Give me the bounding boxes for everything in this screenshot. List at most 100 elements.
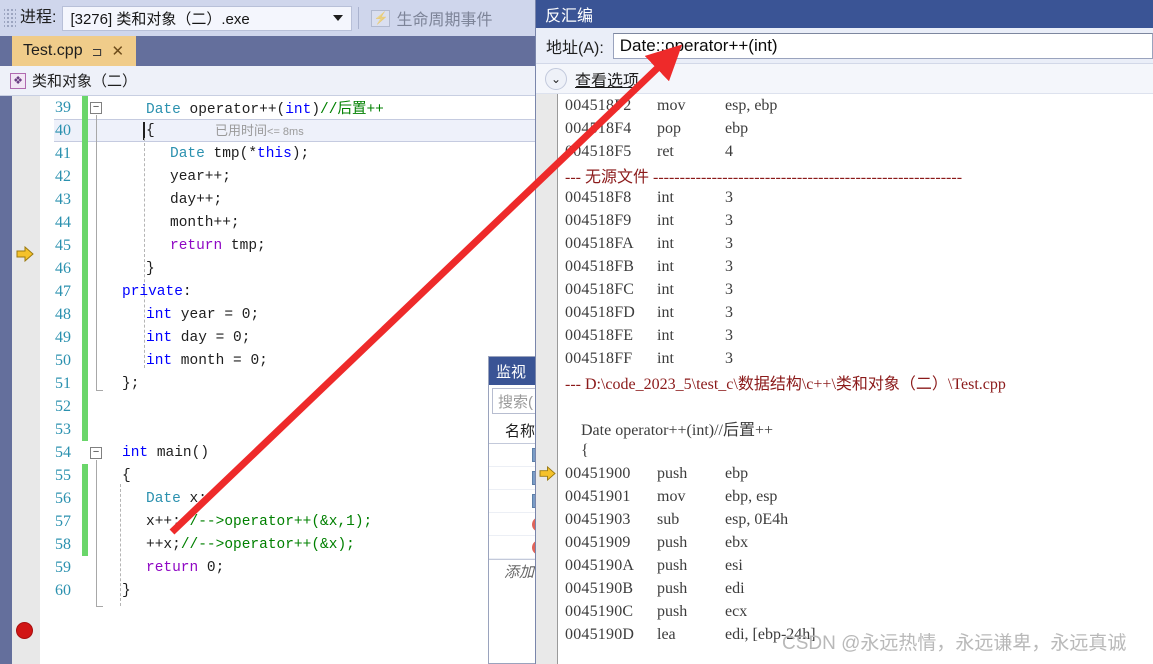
disassembly-instruction-row: 004518F4 pop ebp bbox=[559, 117, 1153, 140]
instruction-address: 00451900 bbox=[565, 464, 631, 482]
line-number: 60 bbox=[55, 581, 71, 599]
fold-column bbox=[88, 303, 100, 326]
fold-column bbox=[88, 395, 100, 418]
code-line: 44 month++; bbox=[40, 211, 540, 234]
disassembly-instruction-row: 004518FF int 3 bbox=[559, 347, 1153, 370]
fold-column bbox=[88, 349, 100, 372]
line-number: 52 bbox=[55, 397, 71, 415]
code-token: //-->operator++(&x,1); bbox=[180, 513, 373, 530]
fold-column bbox=[88, 418, 100, 441]
code-token: () bbox=[191, 444, 210, 461]
code-line: 56 Date x; bbox=[40, 487, 540, 510]
line-number: 48 bbox=[55, 305, 71, 323]
instruction-operands: ecx bbox=[725, 602, 748, 620]
disassembly-body[interactable]: 004518F2 mov esp, ebp 004518F4 pop ebp 004518F… bbox=[536, 94, 1153, 664]
code-navigation-bar: ❖ 类和对象（二） bbox=[0, 66, 540, 96]
fold-column bbox=[88, 257, 100, 280]
disassembly-instruction-row: 004518FE int 3 bbox=[559, 324, 1153, 347]
fold-column bbox=[88, 533, 100, 556]
line-number: 59 bbox=[55, 558, 71, 576]
tab-label: Test.cpp bbox=[23, 42, 83, 59]
fold-column bbox=[88, 464, 100, 487]
chevron-down-icon[interactable]: ⌄ bbox=[545, 67, 567, 90]
code-token: Date bbox=[170, 145, 214, 162]
instruction-mnemonic: push bbox=[657, 602, 688, 620]
code-editor-surface[interactable]: 已用时间<= 8ms − − 39 Date operator++(int)//后… bbox=[0, 96, 540, 664]
code-text: Date x; bbox=[100, 491, 540, 507]
code-text: } bbox=[100, 261, 540, 277]
disassembly-blank-line bbox=[559, 393, 1153, 416]
drag-grip-icon[interactable] bbox=[4, 7, 16, 29]
code-token: private bbox=[122, 283, 183, 300]
breakpoint-marker[interactable] bbox=[16, 622, 33, 639]
instruction-address: 004518FB bbox=[565, 257, 635, 275]
fold-column bbox=[88, 211, 100, 234]
code-token: ; bbox=[241, 329, 251, 346]
source-line-text: { bbox=[565, 441, 589, 459]
code-token: int bbox=[146, 306, 173, 323]
instruction-address: 00451909 bbox=[565, 533, 631, 551]
instruction-mnemonic: ret bbox=[657, 142, 674, 160]
instruction-address: 00451901 bbox=[565, 487, 631, 505]
code-token: day++; bbox=[170, 191, 223, 208]
address-input[interactable]: Date::operator++(int) bbox=[612, 32, 1153, 59]
code-text: month++; bbox=[100, 215, 540, 231]
code-token: x; bbox=[180, 490, 207, 507]
instruction-address: 004518FE bbox=[565, 326, 634, 344]
code-token: int bbox=[146, 329, 173, 346]
fold-column bbox=[88, 510, 100, 533]
code-line: 53 bbox=[40, 418, 540, 441]
block-guide-end-main bbox=[96, 606, 103, 607]
tab-test-cpp[interactable]: Test.cpp ⊐ ✕ bbox=[12, 36, 137, 66]
instruction-operands: esp, ebp bbox=[725, 96, 778, 114]
code-text: return tmp; bbox=[100, 238, 540, 254]
line-number: 58 bbox=[55, 535, 71, 553]
line-number: 56 bbox=[55, 489, 71, 507]
document-tabstrip: Test.cpp ⊐ ✕ bbox=[0, 36, 540, 66]
line-number: 51 bbox=[55, 374, 71, 392]
instruction-mnemonic: int bbox=[657, 211, 674, 229]
instruction-operands: esp, 0E4h bbox=[725, 510, 789, 528]
process-select[interactable]: [3276] 类和对象（二）.exe bbox=[62, 5, 353, 31]
code-token: return bbox=[146, 559, 199, 576]
pin-icon[interactable]: ⊐ bbox=[92, 45, 103, 58]
disassembly-instruction-row: 004518F2 mov esp, ebp bbox=[559, 94, 1153, 117]
instruction-address: 0045190C bbox=[565, 602, 634, 620]
disassembly-gutter[interactable] bbox=[536, 94, 558, 664]
code-token: ; bbox=[215, 559, 225, 576]
code-line: 47 private: bbox=[40, 280, 540, 303]
close-icon[interactable]: ✕ bbox=[112, 44, 125, 59]
navbar-scope-label: 类和对象（二） bbox=[32, 73, 138, 90]
disassembly-source-line: Date operator++(int)//后置++ bbox=[559, 416, 1153, 439]
fold-column bbox=[88, 556, 100, 579]
code-line: 39 Date operator++(int)//后置++ bbox=[40, 96, 540, 119]
code-token: //-->operator++(&x); bbox=[180, 536, 355, 553]
breakpoint-gutter[interactable] bbox=[12, 96, 40, 664]
disassembly-instruction-row: 0045190A push esi bbox=[559, 554, 1153, 577]
editor-region: Test.cpp ⊐ ✕ ❖ 类和对象（二） 已用时间<= 8ms − − 39… bbox=[0, 36, 540, 664]
code-text: int month = 0; bbox=[100, 353, 540, 369]
line-number: 44 bbox=[55, 213, 71, 231]
chevron-down-icon bbox=[333, 15, 344, 21]
code-token: x++; bbox=[146, 513, 181, 530]
lifecycle-events-button[interactable]: ⚡ 生命周期事件 bbox=[371, 6, 492, 30]
view-options-row[interactable]: ⌄ 查看选项 bbox=[536, 64, 1153, 94]
instruction-address: 004518F5 bbox=[565, 142, 632, 160]
instruction-operands: ebp, esp bbox=[725, 487, 778, 505]
instruction-mnemonic: push bbox=[657, 556, 688, 574]
code-token: year = bbox=[172, 306, 242, 323]
instruction-address: 00451903 bbox=[565, 510, 631, 528]
instruction-operands: esi bbox=[725, 556, 743, 574]
line-number: 45 bbox=[55, 236, 71, 254]
instruction-operands: edi bbox=[725, 579, 745, 597]
disassembly-rows: 004518F2 mov esp, ebp 004518F4 pop ebp 004518F… bbox=[559, 94, 1153, 646]
instruction-address: 004518FC bbox=[565, 280, 635, 298]
code-text: int year = 0; bbox=[100, 307, 540, 323]
code-token: ); bbox=[291, 145, 310, 162]
instruction-operands: 3 bbox=[725, 349, 733, 367]
code-line: 58 ++x;//-->operator++(&x); bbox=[40, 533, 540, 556]
address-bar: 地址(A): Date::operator++(int) bbox=[536, 28, 1153, 64]
instruction-operands: 4 bbox=[725, 142, 733, 160]
